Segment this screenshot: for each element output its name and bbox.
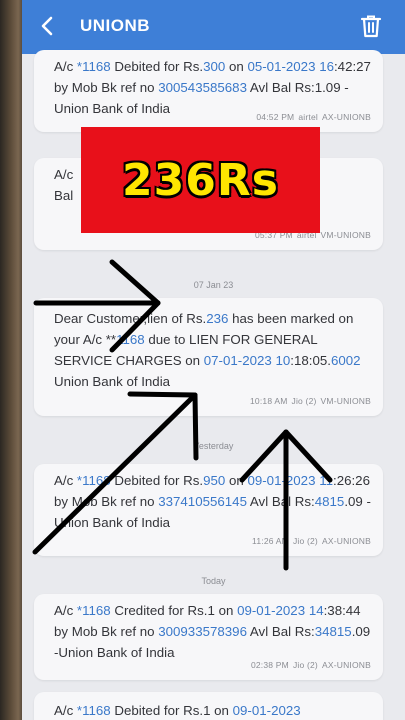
message-link-text[interactable]: 09-01-2023: [237, 603, 305, 618]
message-link-text[interactable]: 11: [319, 473, 333, 488]
message-bubble[interactable]: Dear Customer,lien of Rs.236 has been ma…: [34, 298, 383, 416]
message-text-part: Union Bank of India: [54, 374, 171, 389]
sms-screen: UNIONB A/c *1168 Debited for Rs.300 on 0…: [22, 0, 405, 720]
message-link-text[interactable]: 6002: [331, 353, 361, 368]
message-text-part: Avl Bal Rs:: [246, 494, 315, 509]
message-link-text[interactable]: 05-01-2023: [247, 59, 315, 74]
message-meta: 02:38 PM Jio (2) AX-UNIONB: [250, 660, 371, 670]
message-link-text[interactable]: 300933578396: [158, 624, 247, 639]
message-link-text[interactable]: *1168: [77, 603, 111, 618]
message-meta: 10:18 AM Jio (2) VM-UNIONB: [250, 396, 371, 406]
message-link-text[interactable]: 4815: [315, 494, 345, 509]
message-bubble[interactable]: A/c *1168 Debited for Rs.950 on 09-01-20…: [34, 464, 383, 556]
date-separator: Yesterday: [193, 441, 234, 451]
message-link-text[interactable]: 1168: [116, 332, 145, 347]
message-text-part: A/c: [54, 59, 77, 74]
thumbnail-banner: 236Rs: [81, 127, 320, 233]
app-header: UNIONB: [22, 0, 405, 54]
back-arrow-icon[interactable]: [36, 14, 60, 38]
message-link-text[interactable]: 16: [319, 59, 334, 74]
message-link-text[interactable]: 34815: [315, 624, 352, 639]
message-link-text[interactable]: 09-01-2023: [233, 703, 301, 718]
message-text-part: on: [225, 473, 248, 488]
message-text-part: Debited for Rs.1 on: [110, 703, 233, 718]
delete-icon[interactable]: [359, 13, 383, 39]
message-text-part: A/c: [54, 473, 77, 488]
message-text: A/c *1168 Debited for Rs.950 on 09-01-20…: [54, 470, 373, 533]
message-text-part: A/c: [54, 167, 74, 182]
message-link-text[interactable]: 09-01-2023: [247, 473, 315, 488]
message-text-part: A/c: [54, 603, 77, 618]
message-meta: 11:26 AM Jio (2) AX-UNIONB: [252, 536, 371, 546]
date-separator: Today: [201, 576, 226, 586]
message-bubble[interactable]: A/c *1168 Debited for Rs.300 on 05-01-20…: [34, 50, 383, 132]
message-link-text[interactable]: 236: [206, 311, 228, 326]
message-text-part: Debited for Rs.: [110, 473, 204, 488]
message-text-part: Debited for Rs.: [110, 59, 204, 74]
message-text-part: Dear Customer,lien of Rs.: [54, 311, 207, 326]
message-link-text[interactable]: 10: [276, 353, 291, 368]
message-bubble[interactable]: A/c *1168 Debited for Rs.1 on 09-01-2023: [34, 692, 383, 720]
phone-frame: UNIONB A/c *1168 Debited for Rs.300 on 0…: [0, 0, 405, 720]
message-link-text[interactable]: *1168: [77, 703, 111, 718]
conversation-title: UNIONB: [80, 16, 151, 35]
message-text-part: Avl Bal Rs:: [246, 624, 315, 639]
banner-text: 236Rs: [122, 154, 279, 206]
message-text-part: Credited for Rs.1 on: [110, 603, 238, 618]
message-text: A/c *1168 Credited for Rs.1 on 09-01-202…: [54, 600, 373, 663]
message-link-text[interactable]: 14: [309, 603, 324, 618]
message-link-text[interactable]: 07-01-2023: [204, 353, 272, 368]
message-bubble[interactable]: A/c *1168 Credited for Rs.1 on 09-01-202…: [34, 594, 383, 680]
message-link-text[interactable]: 300: [203, 59, 225, 74]
message-link-text[interactable]: 337410556145: [158, 494, 247, 509]
message-text: Dear Customer,lien of Rs.236 has been ma…: [54, 308, 373, 392]
message-text-part: A/c: [54, 703, 77, 718]
date-separator: 07 Jan 23: [193, 280, 234, 290]
message-meta: 04:52 PM airtel AX-UNIONB: [256, 112, 371, 122]
message-link-text[interactable]: 950: [203, 473, 225, 488]
message-link-text[interactable]: 300543585683: [158, 80, 247, 95]
message-text-part: :18:05.: [290, 353, 331, 368]
message-link-text[interactable]: *1168: [77, 59, 111, 74]
message-link-text[interactable]: *1168: [77, 473, 111, 488]
message-text: A/c *1168 Debited for Rs.1 on 09-01-2023: [54, 700, 373, 720]
message-text-part: on: [225, 59, 248, 74]
